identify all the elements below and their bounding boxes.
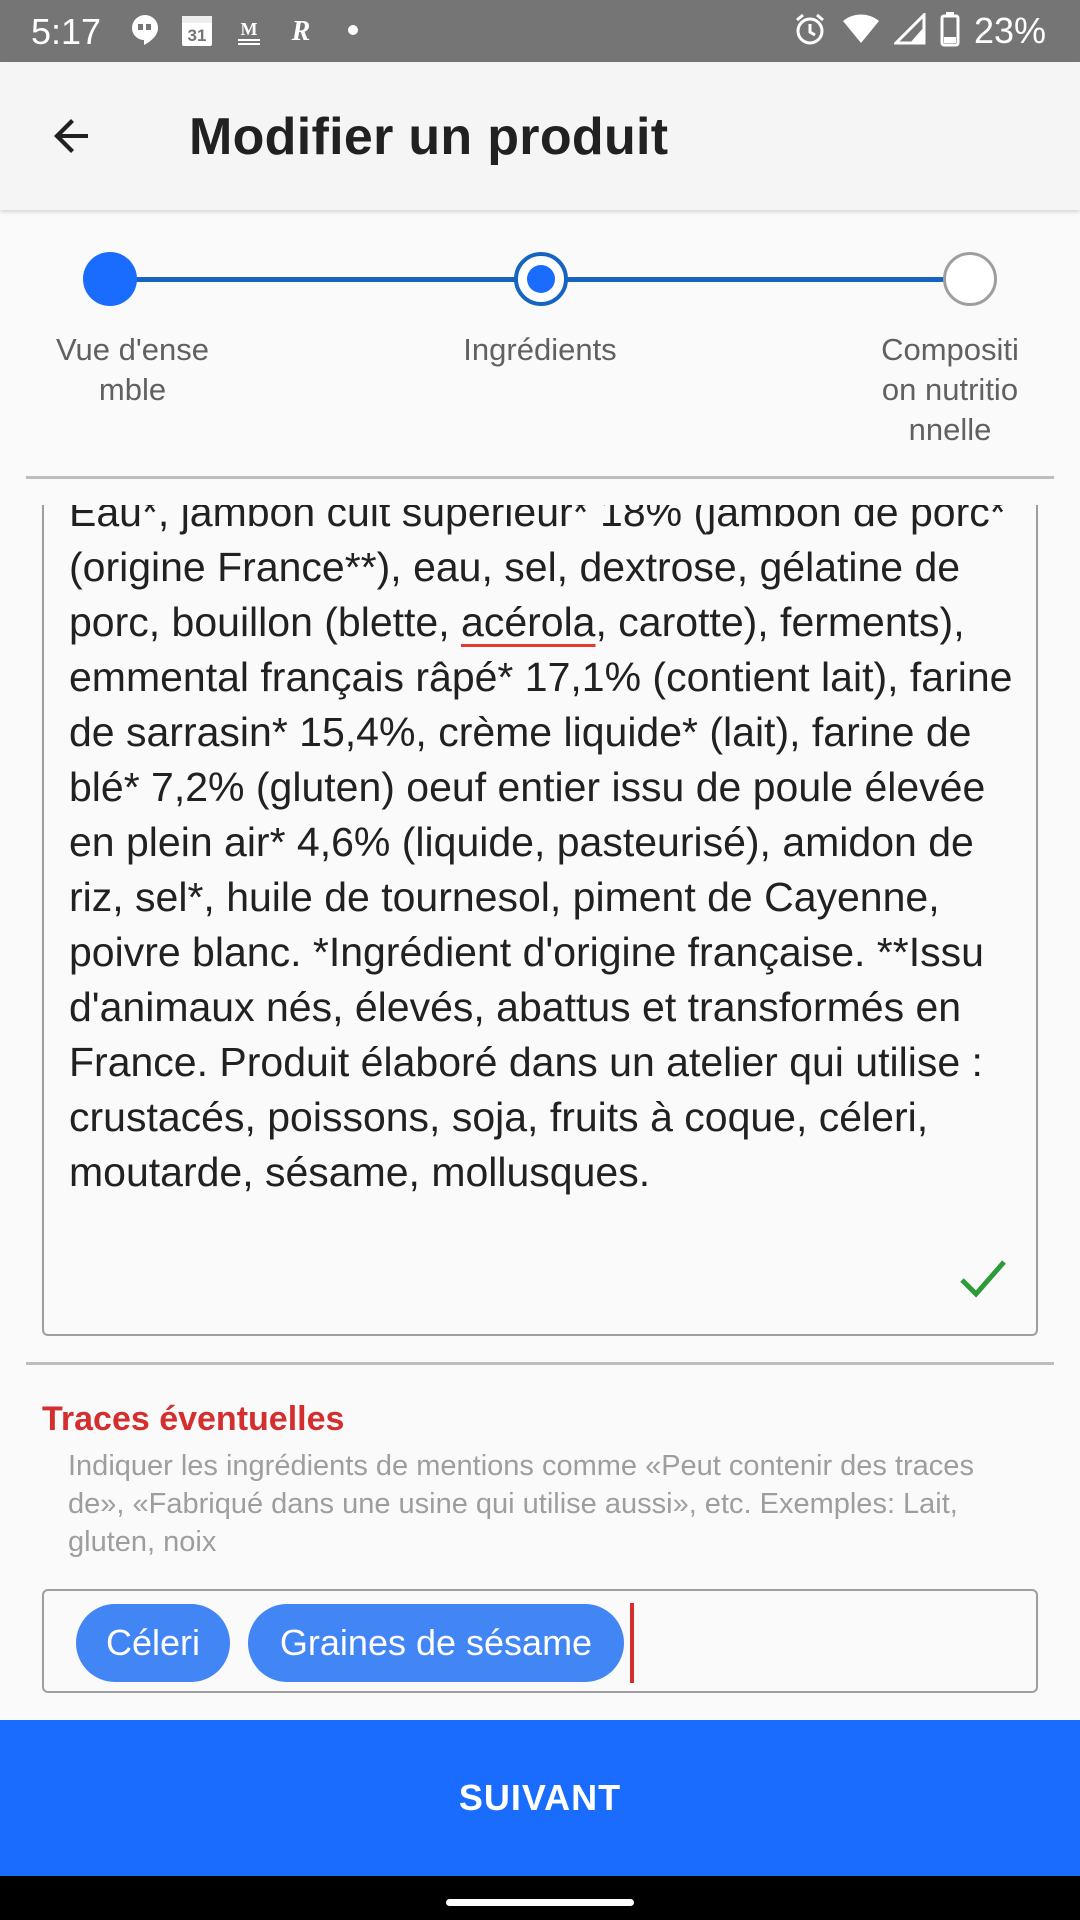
calendar-icon: 31 xyxy=(180,12,214,48)
medium-icon: M xyxy=(232,12,266,48)
page-title: Modifier un produit xyxy=(189,108,669,166)
svg-text:M: M xyxy=(241,19,258,39)
trace-chip-celeri[interactable]: Céleri xyxy=(76,1604,230,1682)
system-icons: 23% xyxy=(792,10,1046,52)
signal-icon xyxy=(892,10,926,50)
home-handle[interactable] xyxy=(446,1899,634,1906)
app-bar: Modifier un produit xyxy=(0,62,1080,210)
ingredients-input[interactable]: Eau*, jambon cuit supérieur* 18% (jambon… xyxy=(42,505,1038,1336)
step-overview-dot[interactable] xyxy=(83,252,137,306)
stepper-connector xyxy=(110,277,515,282)
ingredients-text: Eau*, jambon cuit supérieur* 18% (jambon… xyxy=(69,505,1013,1195)
stepper-connector xyxy=(565,277,945,282)
status-bar: 5:17 31 M R 23% xyxy=(0,0,1080,62)
alarm-icon xyxy=(792,11,828,52)
trace-chip-sesame[interactable]: Graines de sésame xyxy=(248,1604,624,1682)
traces-title: Traces éventuelles xyxy=(42,1400,345,1438)
step-ingredients-label[interactable]: Ingrédients xyxy=(430,330,650,370)
battery-percent: 23% xyxy=(973,10,1046,51)
step-nutrition-dot[interactable] xyxy=(943,252,997,306)
text-cursor xyxy=(630,1603,634,1683)
battery-icon xyxy=(940,11,960,52)
arrow-back-icon xyxy=(54,119,88,153)
notification-icons: 31 M R xyxy=(128,12,370,48)
next-button[interactable]: SUIVANT xyxy=(0,1720,1080,1876)
hangouts-icon xyxy=(128,12,162,48)
step-overview-label[interactable]: Vue d'ense mble xyxy=(30,330,235,410)
back-button[interactable] xyxy=(40,104,104,168)
traces-hint: Indiquer les ingrédients de mentions com… xyxy=(68,1450,974,1558)
divider xyxy=(26,1362,1054,1365)
calendar-day: 31 xyxy=(188,26,207,45)
traces-chips-input[interactable]: Céleri Graines de sésame xyxy=(42,1589,1038,1693)
divider xyxy=(26,476,1054,479)
system-nav-bar xyxy=(0,1876,1080,1920)
dot-icon xyxy=(336,12,370,48)
svg-text:R: R xyxy=(291,16,311,47)
check-icon xyxy=(960,1260,1006,1298)
step-ingredients-dot[interactable] xyxy=(514,252,568,306)
status-time: 5:17 xyxy=(31,11,102,52)
step-nutrition-label[interactable]: Compositi on nutritio nnelle xyxy=(855,330,1045,450)
r-app-icon: R xyxy=(284,12,318,48)
wifi-icon xyxy=(842,13,880,50)
spellcheck-word: acérola xyxy=(461,599,596,645)
